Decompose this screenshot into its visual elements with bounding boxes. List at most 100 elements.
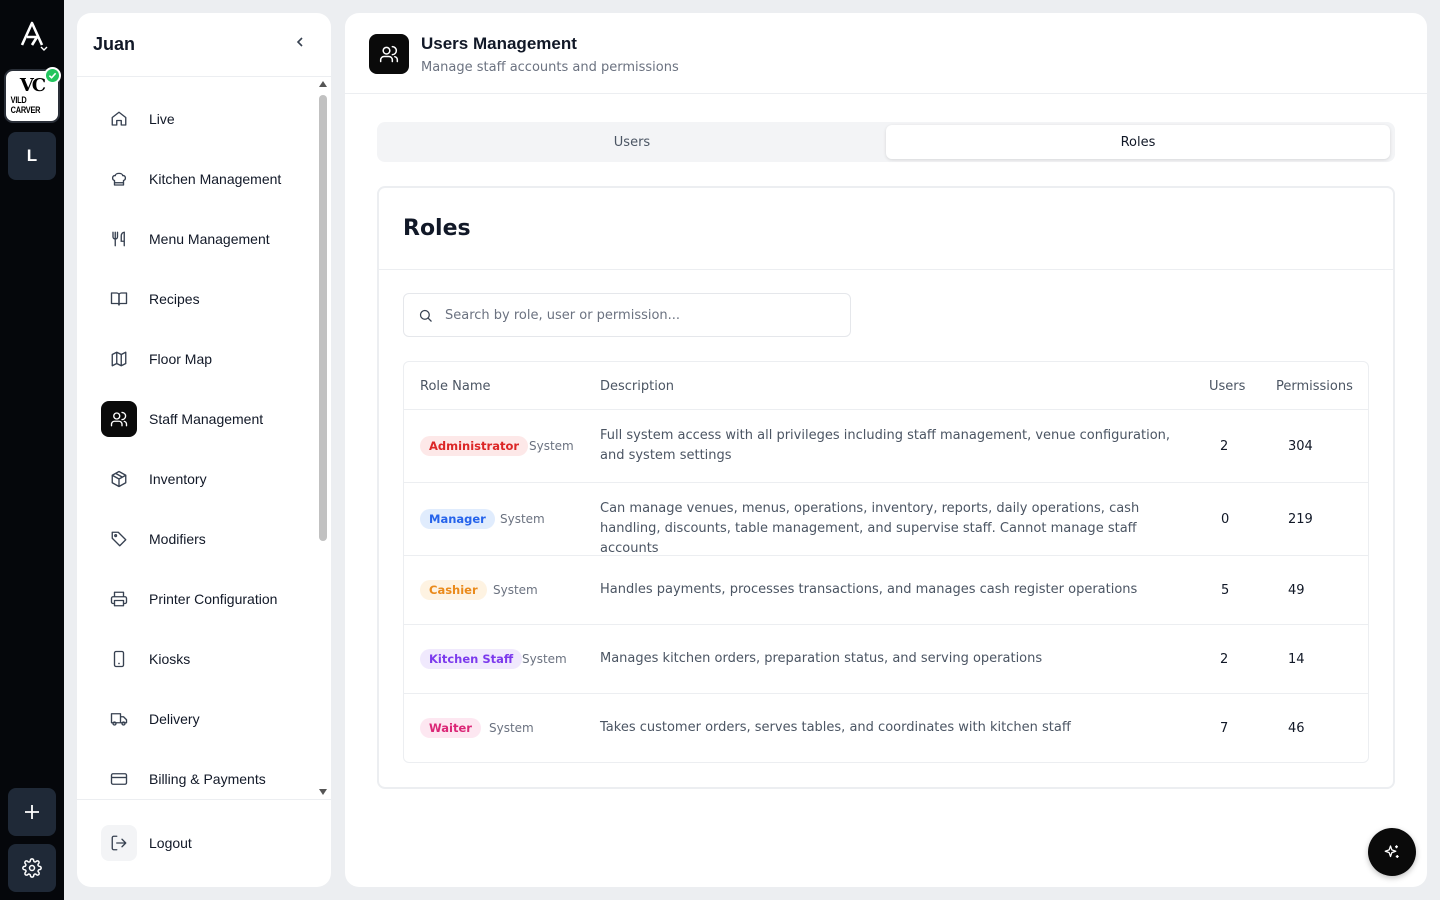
table-header-row: Role Name Description Users Permissions — [404, 362, 1368, 410]
sidebar-item-kiosks[interactable]: Kiosks — [101, 639, 301, 679]
column-header-role-name[interactable]: Role Name — [420, 379, 491, 394]
users-icon — [369, 34, 409, 74]
role-permissions-count: 46 — [1288, 721, 1305, 736]
role-badge-administrator: Administrator — [420, 436, 529, 456]
gear-icon — [22, 858, 42, 878]
sidebar-item-label: Floor Map — [149, 351, 213, 367]
sidebar-item-recipes[interactable]: Recipes — [101, 279, 301, 319]
credit-card-icon — [101, 761, 137, 797]
workspace-avatar[interactable]: L — [8, 132, 56, 180]
verified-check-icon — [44, 67, 61, 84]
system-tag: System — [500, 512, 545, 526]
tab-list: Users Roles — [377, 122, 1395, 162]
collapse-sidebar-button[interactable] — [293, 35, 307, 54]
add-workspace-button[interactable] — [8, 788, 56, 836]
app-rail: VC VILD CARVER L — [0, 0, 64, 900]
chef-hat-icon — [101, 161, 137, 197]
search-icon — [419, 309, 432, 322]
column-header-users[interactable]: Users — [1209, 379, 1245, 394]
book-open-icon — [101, 281, 137, 317]
tab-users[interactable]: Users — [380, 125, 884, 159]
tablet-icon — [101, 641, 137, 677]
sidebar-item-label: Menu Management — [149, 231, 270, 247]
role-description: Full system access with all privileges i… — [600, 428, 1171, 463]
plus-icon — [25, 805, 39, 819]
sidebar-item-label: Kitchen Management — [149, 171, 282, 187]
sidebar-item-floor-map[interactable]: Floor Map — [101, 339, 301, 379]
table-row[interactable]: Administrator System Full system access … — [404, 410, 1368, 483]
role-badge-cashier: Cashier — [420, 580, 487, 600]
printer-icon — [101, 581, 137, 617]
role-users-count: 0 — [1221, 512, 1230, 527]
role-description: Takes customer orders, serves tables, an… — [600, 720, 1071, 735]
column-header-permissions[interactable]: Permissions — [1276, 379, 1353, 394]
roles-card-title: Roles — [403, 216, 471, 241]
logout-button[interactable]: Logout — [101, 825, 192, 861]
sidebar-footer: Logout — [77, 799, 331, 887]
venue-name: VILD CARVER — [10, 95, 41, 115]
sidebar-item-delivery[interactable]: Delivery — [101, 699, 301, 739]
scroll-up-arrow-icon[interactable] — [319, 81, 327, 87]
sidebar-item-billing-payments[interactable]: Billing & Payments — [101, 759, 301, 799]
sidebar-item-live[interactable]: Live — [101, 99, 301, 139]
role-permissions-count: 14 — [1288, 652, 1305, 667]
sidebar-title: Juan — [93, 34, 136, 54]
main-panel: Users Management Manage staff accounts a… — [345, 13, 1427, 887]
sidebar-item-label: Recipes — [149, 291, 200, 307]
sidebar-item-label: Kiosks — [149, 651, 191, 667]
system-tag: System — [522, 652, 567, 666]
ai-assistant-button[interactable] — [1368, 828, 1416, 876]
table-row[interactable]: Manager System Can manage venues, menus,… — [404, 483, 1368, 556]
role-permissions-count: 304 — [1288, 439, 1313, 454]
scroll-down-arrow-icon[interactable] — [319, 789, 327, 795]
app-logo-icon[interactable] — [12, 14, 52, 54]
role-search-box[interactable] — [403, 293, 851, 337]
page-header: Users Management Manage staff accounts a… — [345, 13, 1427, 94]
role-description: Handles payments, processes transactions… — [600, 582, 1138, 597]
role-users-count: 2 — [1220, 439, 1229, 454]
system-tag: System — [493, 583, 538, 597]
role-permissions-count: 219 — [1288, 512, 1313, 527]
sidebar-item-kitchen-management[interactable]: Kitchen Management — [101, 159, 301, 199]
sidebar-item-label: Inventory — [149, 471, 207, 487]
sparkles-icon — [1384, 845, 1399, 858]
role-badge-kitchen-staff: Kitchen Staff — [420, 649, 523, 669]
truck-icon — [101, 701, 137, 737]
tab-roles[interactable]: Roles — [886, 125, 1390, 159]
scrollbar-thumb[interactable] — [319, 95, 327, 541]
column-header-description[interactable]: Description — [600, 379, 674, 394]
system-tag: System — [489, 721, 534, 735]
table-row[interactable]: Cashier System Handles payments, process… — [404, 556, 1368, 625]
role-badge-manager: Manager — [420, 509, 495, 529]
role-description: Manages kitchen orders, preparation stat… — [600, 651, 1043, 666]
users-icon — [101, 401, 137, 437]
sidebar-item-printer-configuration[interactable]: Printer Configuration — [101, 579, 301, 619]
sidebar-header: Juan — [77, 13, 331, 77]
role-permissions-count: 49 — [1288, 583, 1305, 598]
table-row[interactable]: Kitchen Staff System Manages kitchen ord… — [404, 625, 1368, 694]
utensils-icon — [101, 221, 137, 257]
roles-table: Role Name Description Users Permissions … — [403, 361, 1369, 763]
sidebar-item-menu-management[interactable]: Menu Management — [101, 219, 301, 259]
tag-icon — [101, 521, 137, 557]
page-title: Users Management — [421, 34, 577, 53]
sidebar-nav: Live Kitchen Management Menu Management … — [77, 77, 317, 799]
role-users-count: 5 — [1221, 583, 1230, 598]
role-users-count: 7 — [1220, 721, 1229, 736]
chevron-left-icon — [296, 37, 303, 47]
settings-button[interactable] — [8, 844, 56, 892]
sidebar-item-inventory[interactable]: Inventory — [101, 459, 301, 499]
sidebar-item-label: Modifiers — [149, 531, 206, 547]
sidebar-item-staff-management[interactable]: Staff Management — [101, 399, 301, 439]
role-badge-waiter: Waiter — [420, 718, 481, 738]
package-icon — [101, 461, 137, 497]
sidebar-scrollbar[interactable] — [317, 77, 331, 799]
table-row[interactable]: Waiter System Takes customer orders, ser… — [404, 694, 1368, 762]
role-search-input[interactable] — [445, 307, 825, 323]
sidebar-item-label: Printer Configuration — [149, 591, 278, 607]
home-icon — [101, 101, 137, 137]
sidebar-item-modifiers[interactable]: Modifiers — [101, 519, 301, 559]
sidebar-item-label: Live — [149, 111, 175, 127]
roles-card-header: Roles — [379, 188, 1393, 270]
logout-icon — [101, 825, 137, 861]
